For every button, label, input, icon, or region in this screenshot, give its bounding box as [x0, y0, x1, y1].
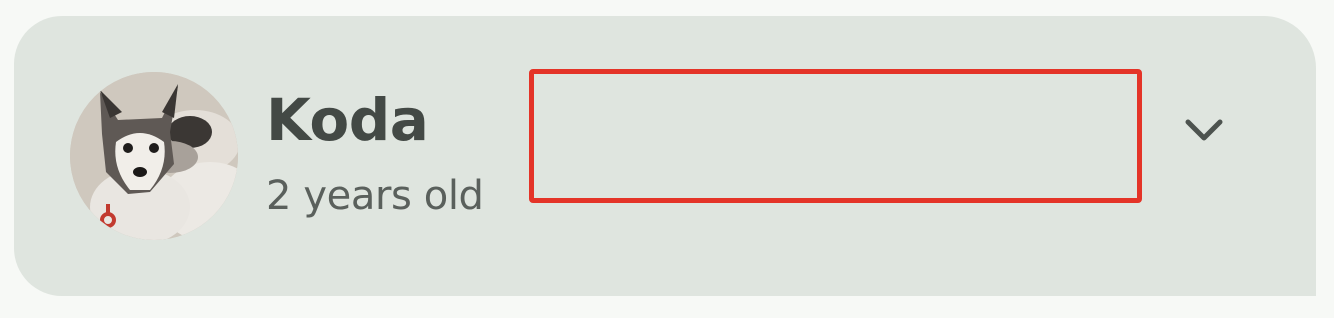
chevron-down-icon [1185, 119, 1223, 141]
expand-button[interactable] [1174, 100, 1234, 160]
dog-photo-icon [70, 72, 238, 240]
pet-age: 2 years old [266, 173, 484, 219]
pet-avatar [70, 72, 238, 240]
highlight-box [529, 69, 1142, 203]
pet-name: Koda [266, 86, 429, 154]
